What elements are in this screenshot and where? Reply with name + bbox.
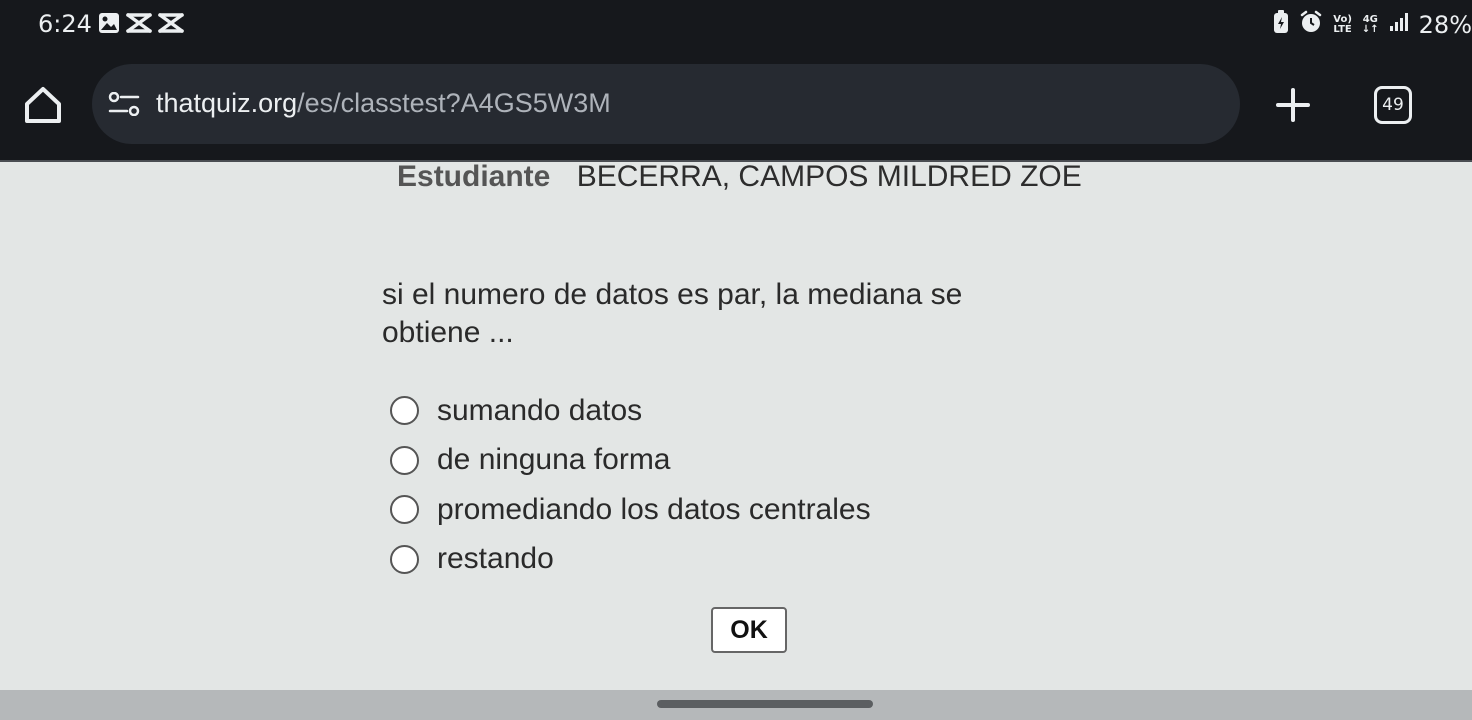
answer-options: sumando datos de ninguna forma promedian…	[390, 386, 871, 584]
option-sumando-datos[interactable]: sumando datos	[390, 386, 871, 436]
site-settings-icon[interactable]	[108, 91, 140, 121]
radio-button[interactable]	[390, 544, 419, 574]
signal-icon	[1389, 12, 1409, 37]
radio-button[interactable]	[390, 445, 419, 475]
volte-bottom-text: LTE	[1333, 23, 1352, 35]
radio-button[interactable]	[390, 396, 419, 426]
home-button[interactable]	[22, 84, 64, 126]
browser-chrome: 6:24 Vo) LTE 4G ↓↑ 28% thatquiz.org/es/c…	[0, 0, 1472, 162]
radio-button[interactable]	[390, 495, 419, 525]
url-path: /es/classtest?A4GS5W3M	[297, 88, 611, 118]
gesture-nav-bar	[0, 690, 1472, 720]
plus-icon	[1276, 88, 1310, 122]
new-tab-button[interactable]	[1272, 84, 1314, 126]
data-activity-text: ↓↑	[1361, 23, 1379, 35]
status-time: 6:24	[38, 10, 92, 38]
notification-icons	[98, 12, 184, 39]
ok-button[interactable]: OK	[711, 607, 787, 653]
battery-percent: 28%	[1418, 10, 1472, 39]
status-bar: 6:24 Vo) LTE 4G ↓↑ 28%	[0, 0, 1472, 48]
option-restando[interactable]: restando	[390, 535, 871, 585]
capcut-icon	[126, 12, 152, 39]
home-gesture-handle[interactable]	[657, 700, 873, 708]
question-text: si el numero de datos es par, la mediana…	[382, 278, 963, 349]
student-info: Estudiante BECERRA, CAMPOS MILDRED ZOE	[397, 160, 1082, 194]
tab-switcher-button[interactable]: 49	[1374, 86, 1412, 124]
url-text[interactable]: thatquiz.org/es/classtest?A4GS5W3M	[156, 88, 611, 119]
option-label[interactable]: de ninguna forma	[437, 443, 671, 477]
network-type-indicator: 4G ↓↑	[1361, 13, 1379, 35]
option-label[interactable]: restando	[437, 542, 554, 576]
home-icon	[25, 87, 61, 123]
status-indicators: Vo) LTE 4G ↓↑ 28%	[1273, 10, 1472, 39]
battery-saver-icon	[1273, 10, 1289, 39]
option-label[interactable]: sumando datos	[437, 394, 642, 428]
alarm-icon	[1299, 10, 1323, 39]
capcut-icon	[158, 12, 184, 39]
option-de-ninguna-forma[interactable]: de ninguna forma	[390, 436, 871, 486]
network-type-text: 4G	[1362, 13, 1378, 25]
option-promediando-los-datos-centrales[interactable]: promediando los datos centrales	[390, 485, 871, 535]
address-bar[interactable]: thatquiz.org/es/classtest?A4GS5W3M	[92, 64, 1240, 144]
volte-indicator: Vo) LTE	[1333, 13, 1352, 35]
student-name: BECERRA, CAMPOS MILDRED ZOE	[576, 160, 1082, 193]
address-toolbar: thatquiz.org/es/classtest?A4GS5W3M 49	[0, 62, 1472, 146]
student-label: Estudiante	[397, 160, 551, 193]
option-label[interactable]: promediando los datos centrales	[437, 493, 871, 527]
volte-top-text: Vo)	[1333, 13, 1352, 25]
url-host: thatquiz.org	[156, 88, 298, 118]
gallery-icon	[98, 12, 120, 39]
